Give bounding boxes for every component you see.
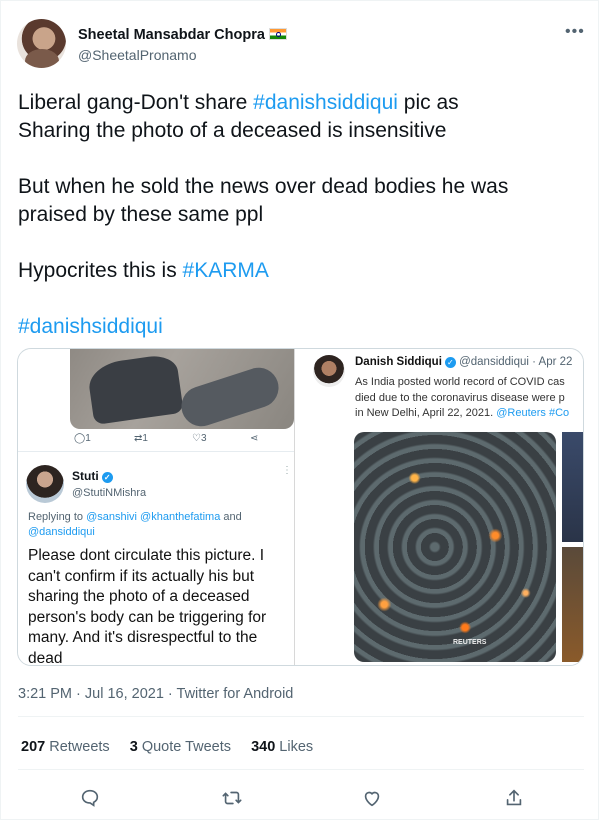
screenshot-stuti-tweet[interactable]: ◯ 1 ⇄ 1 ♡ 3 ⋖ Stuti ✓ @StutiNMishra ⋮ Rep… bbox=[18, 349, 294, 666]
divider bbox=[18, 769, 584, 770]
media-attachment[interactable]: ◯ 1 ⇄ 1 ♡ 3 ⋖ Stuti ✓ @StutiNMishra ⋮ Rep… bbox=[17, 348, 584, 666]
heart-icon[interactable] bbox=[359, 785, 385, 811]
retweets-stat[interactable]: 207 Retweets bbox=[21, 739, 110, 755]
tweet-timestamp[interactable]: 3:21 PM · Jul 16, 2021 · Twitter for And… bbox=[18, 686, 293, 702]
likes-stat[interactable]: 340 Likes bbox=[251, 739, 313, 755]
author-handle[interactable]: @SheetalPronamo bbox=[78, 47, 197, 63]
verified-icon: ✓ bbox=[101, 472, 113, 483]
embedded-retweet-icon: ⇄ 1 bbox=[134, 433, 148, 444]
danish-avatar bbox=[313, 355, 345, 387]
embedded-heart-icon: ♡ 3 bbox=[192, 433, 207, 444]
hashtag-link[interactable]: #KARMA bbox=[183, 259, 269, 282]
quote-tweets-stat[interactable]: 3 Quote Tweets bbox=[130, 739, 231, 755]
more-dots-icon[interactable]: ••• bbox=[565, 23, 585, 41]
embedded-more-icon: ⋮ bbox=[282, 465, 292, 476]
tweet-text: Liberal gang-Don't share #danishsiddiqui… bbox=[18, 89, 578, 369]
tweet-paragraph-1: Liberal gang-Don't share #danishsiddiqui… bbox=[18, 91, 459, 142]
verified-icon: ✓ bbox=[444, 357, 456, 368]
hashtag-link[interactable]: #danishsiddiqui bbox=[253, 91, 398, 114]
author-name[interactable]: Sheetal Mansabdar Chopra bbox=[78, 27, 287, 43]
danish-header: Danish Siddiqui ✓ @dansiddiqui · Apr 22 bbox=[355, 356, 573, 368]
embedded-share-icon: ⋖ bbox=[250, 433, 259, 444]
share-icon[interactable] bbox=[501, 785, 527, 811]
tweet-paragraph-2: But when he sold the news over dead bodi… bbox=[18, 175, 509, 226]
tweet-card: Sheetal Mansabdar Chopra @SheetalPronamo… bbox=[0, 0, 599, 820]
stuti-tweet-text: Please dont circulate this picture. I ca… bbox=[28, 547, 267, 666]
embedded-reply-icon: ◯ 1 bbox=[74, 433, 91, 444]
screenshot-danish-tweet[interactable]: Danish Siddiqui ✓ @dansiddiqui · Apr 22 A… bbox=[295, 349, 583, 665]
side-photo-top bbox=[562, 432, 583, 542]
stuti-avatar bbox=[26, 465, 64, 503]
tweet-paragraph-3: Hypocrites this is #KARMA bbox=[18, 259, 269, 282]
cremation-aerial-photo bbox=[354, 432, 556, 662]
retweet-icon[interactable] bbox=[219, 785, 245, 811]
engagement-stats: 207 Retweets 3 Quote Tweets 340 Likes bbox=[21, 739, 313, 755]
reply-icon[interactable] bbox=[77, 785, 103, 811]
tweet-action-bar bbox=[1, 785, 599, 813]
stuti-name: Stuti ✓ bbox=[72, 469, 113, 483]
author-avatar[interactable] bbox=[17, 19, 66, 68]
replying-to: Replying to @sanshivi @khanthefatima and… bbox=[28, 511, 242, 538]
divider bbox=[18, 716, 584, 717]
author-name-text[interactable]: Sheetal Mansabdar Chopra bbox=[78, 27, 265, 43]
embedded-divider bbox=[18, 451, 294, 452]
tweet-paragraph-4: #danishsiddiqui bbox=[18, 313, 578, 341]
embedded-photo bbox=[70, 349, 294, 429]
side-photo-bottom bbox=[562, 547, 583, 662]
india-flag-icon bbox=[268, 28, 287, 40]
reuters-watermark: REUTERS bbox=[453, 639, 487, 646]
hashtag-link[interactable]: #danishsiddiqui bbox=[18, 315, 163, 338]
danish-tweet-text: As India posted world record of COVID ca… bbox=[355, 376, 570, 419]
stuti-handle: @StutiNMishra bbox=[72, 487, 147, 499]
